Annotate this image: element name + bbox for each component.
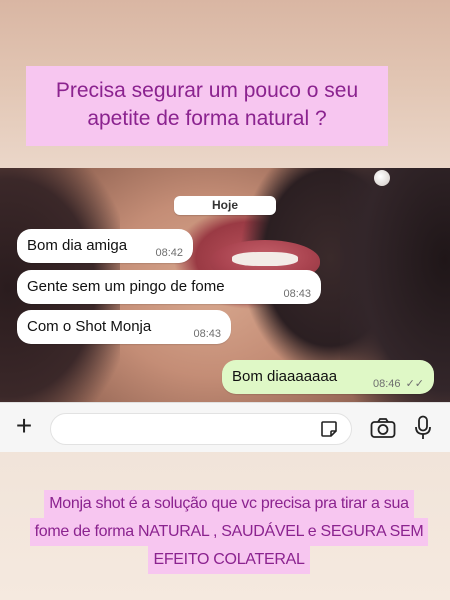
top-banner-text: Precisa segurar um pouco o seu apetite d…: [55, 79, 359, 130]
plus-icon[interactable]: +: [12, 412, 36, 440]
camera-icon[interactable]: [370, 417, 396, 439]
read-checkmarks-icon: ✓✓: [405, 378, 424, 390]
message-bubble-incoming[interactable]: Gente sem um pingo de fome 08:43: [17, 270, 321, 304]
sticker-icon[interactable]: [320, 420, 338, 438]
message-text: Bom diaaaaaaa: [232, 368, 338, 385]
bottom-banner: Monja shot é a solução que vc precisa pr…: [24, 490, 434, 574]
message-bubble-outgoing[interactable]: Bom diaaaaaaa 08:46 ✓✓: [222, 360, 434, 394]
message-text: Gente sem um pingo de fome: [27, 278, 225, 295]
message-text: Bom dia amiga: [27, 237, 128, 254]
mic-icon[interactable]: [414, 415, 432, 441]
top-banner: Precisa segurar um pouco o seu apetite d…: [26, 66, 388, 146]
message-input[interactable]: [50, 413, 352, 445]
message-bubble-incoming[interactable]: Com o Shot Monja 08:43: [17, 310, 231, 344]
message-input-bar: +: [0, 402, 450, 452]
message-time: 08:42: [155, 247, 183, 259]
bottom-banner-line: fome de forma NATURAL , SAUDÁVEL e SEGUR…: [29, 518, 429, 546]
date-chip: Hoje: [174, 196, 276, 215]
message-time: 08:43: [283, 288, 311, 300]
message-time: 08:43: [193, 328, 221, 340]
message-text: Com o Shot Monja: [27, 318, 152, 335]
bottom-banner-line: Monja shot é a solução que vc precisa pr…: [44, 490, 414, 518]
message-time: 08:46: [372, 378, 401, 390]
message-bubble-incoming[interactable]: Bom dia amiga 08:42: [17, 229, 193, 263]
bottom-banner-line: EFEITO COLATERAL: [148, 546, 310, 574]
